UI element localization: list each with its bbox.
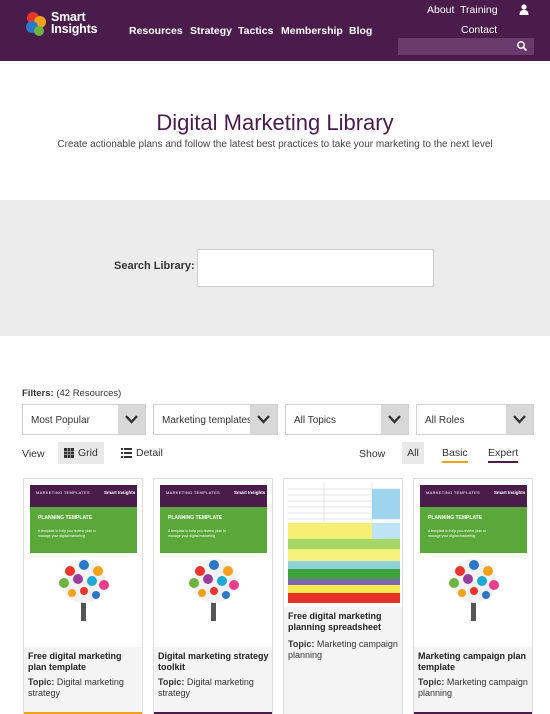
thumbnail-header: MARKETING TEMPLATES Smart Insights	[160, 485, 267, 507]
grid-view-label: Grid	[78, 447, 98, 459]
logo-line-2: Insights	[51, 22, 98, 36]
tree-illustration-icon	[59, 559, 109, 621]
topic-label: Topic:	[288, 639, 315, 649]
card-topic: Topic: Digital marketing strategy	[28, 677, 140, 699]
thumbnail-brand: Smart Insights	[104, 490, 136, 495]
grid-view-button[interactable]: Grid	[58, 442, 104, 464]
header-search-input[interactable]	[398, 38, 534, 55]
card-title[interactable]: Free digital marketing planning spreadsh…	[288, 611, 400, 633]
topic-label: Topic:	[28, 677, 55, 687]
top-link-contact[interactable]: Contact	[461, 24, 497, 36]
thumbnail-description: A template to help you review, plan or m…	[428, 529, 487, 538]
topic-label: Topic:	[418, 677, 445, 687]
tree-illustration-icon	[189, 559, 239, 621]
top-link-about[interactable]: About	[427, 4, 454, 16]
smart-insights-logo[interactable]: Smart Insights	[24, 10, 124, 42]
resource-card[interactable]: MARKETING TEMPLATES Smart Insights PLANN…	[153, 478, 273, 714]
logo-text: Smart Insights	[51, 11, 98, 36]
chevron-down-icon	[388, 415, 401, 424]
thumbnail-brand: Smart Insights	[494, 490, 526, 495]
nav-strategy[interactable]: Strategy	[190, 25, 232, 37]
thumbnail-header: MARKETING TEMPLATES Smart Insights	[30, 485, 137, 507]
card-thumbnail[interactable]	[288, 483, 400, 603]
role-dropdown[interactable]: All Roles	[416, 404, 534, 435]
detail-view-button[interactable]: Detail	[116, 442, 168, 464]
list-icon	[121, 448, 132, 458]
thumbnail-brand: Smart Insights	[234, 490, 266, 495]
search-icon[interactable]	[516, 40, 528, 52]
topic-label: Topic:	[158, 677, 185, 687]
spreadsheet-thumbnail-icon	[288, 483, 400, 603]
sort-dropdown-button[interactable]	[118, 405, 145, 434]
card-topic: Topic: Digital marketing strategy	[158, 677, 270, 699]
tree-illustration-icon	[449, 559, 499, 621]
show-expert-button[interactable]: Expert	[488, 447, 519, 463]
role-dropdown-button[interactable]	[506, 405, 533, 434]
thumbnail-description: A template to help you review, plan or m…	[38, 529, 97, 538]
view-label: View	[22, 448, 45, 460]
detail-view-label: Detail	[136, 447, 163, 459]
sort-dropdown[interactable]: Most Popular	[22, 404, 146, 435]
nav-blog[interactable]: Blog	[349, 25, 372, 37]
chevron-down-icon	[125, 415, 138, 424]
chevron-down-icon	[513, 415, 526, 424]
resources-count: (42 Resources)	[56, 388, 122, 399]
resource-card[interactable]: MARKETING TEMPLATES Smart Insights PLANN…	[413, 478, 533, 714]
card-topic: Topic: Marketing campaign planning	[288, 639, 400, 661]
chevron-down-icon	[257, 415, 270, 424]
topic-dropdown-value: All Topics	[294, 415, 337, 426]
search-library-label: Search Library:	[114, 260, 195, 272]
card-info: Free digital marketing plan template Top…	[24, 647, 142, 714]
nav-tactics[interactable]: Tactics	[238, 25, 273, 37]
page-title: Digital Marketing Library	[156, 110, 394, 135]
thumbnail-title: PLANNING TEMPLATE	[38, 515, 93, 521]
thumbnail-header: MARKETING TEMPLATES Smart Insights	[420, 485, 527, 507]
logo-mark-icon	[26, 12, 46, 36]
sort-dropdown-value: Most Popular	[31, 415, 90, 426]
show-all-button[interactable]: All	[402, 442, 424, 464]
thumbnail-header-text: MARKETING TEMPLATES	[166, 490, 221, 495]
filters-title: Filters:	[22, 388, 54, 399]
topic-dropdown-button[interactable]	[381, 405, 408, 434]
page-subtitle: Create actionable plans and follow the l…	[57, 139, 493, 150]
card-thumbnail[interactable]: MARKETING TEMPLATES Smart Insights PLANN…	[420, 485, 527, 623]
type-dropdown-button[interactable]	[250, 405, 277, 434]
thumbnail-header-text: MARKETING TEMPLATES	[36, 490, 91, 495]
card-info: Digital marketing strategy toolkit Topic…	[154, 647, 272, 714]
card-info: Free digital marketing planning spreadsh…	[284, 607, 402, 714]
thumbnail-title: PLANNING TEMPLATE	[428, 515, 483, 521]
show-label: Show	[359, 448, 386, 460]
card-title[interactable]: Marketing campaign plan template	[418, 651, 530, 673]
grid-icon	[64, 448, 74, 458]
card-thumbnail[interactable]: MARKETING TEMPLATES Smart Insights PLANN…	[160, 485, 267, 623]
card-topic: Topic: Marketing campaign planning	[418, 677, 530, 699]
thumbnail-title: PLANNING TEMPLATE	[168, 515, 223, 521]
nav-resources[interactable]: Resources	[129, 25, 183, 37]
card-info: Marketing campaign plan template Topic: …	[414, 647, 532, 714]
user-icon[interactable]	[519, 4, 529, 15]
thumbnail-header-text: MARKETING TEMPLATES	[426, 490, 481, 495]
search-library-input[interactable]	[197, 249, 434, 287]
type-dropdown-value: Marketing templates	[162, 415, 253, 426]
filters-label: Filters: (42 Resources)	[22, 388, 121, 399]
role-dropdown-value: All Roles	[425, 415, 465, 426]
nav-membership[interactable]: Membership	[281, 25, 343, 37]
resource-card[interactable]: Free digital marketing planning spreadsh…	[283, 478, 403, 714]
show-basic-button[interactable]: Basic	[442, 447, 468, 463]
top-navigation-bar: Smart Insights Resources Strategy Tactic…	[0, 0, 550, 61]
resource-card[interactable]: MARKETING TEMPLATES Smart Insights PLANN…	[23, 478, 143, 714]
top-link-training[interactable]: Training	[460, 4, 498, 16]
card-title[interactable]: Digital marketing strategy toolkit	[158, 651, 270, 673]
card-title[interactable]: Free digital marketing plan template	[28, 651, 140, 673]
topic-dropdown[interactable]: All Topics	[285, 404, 409, 435]
thumbnail-description: A template to help you review, plan or m…	[168, 529, 227, 538]
type-dropdown[interactable]: Marketing templates	[153, 404, 278, 435]
card-thumbnail[interactable]: MARKETING TEMPLATES Smart Insights PLANN…	[30, 485, 137, 623]
